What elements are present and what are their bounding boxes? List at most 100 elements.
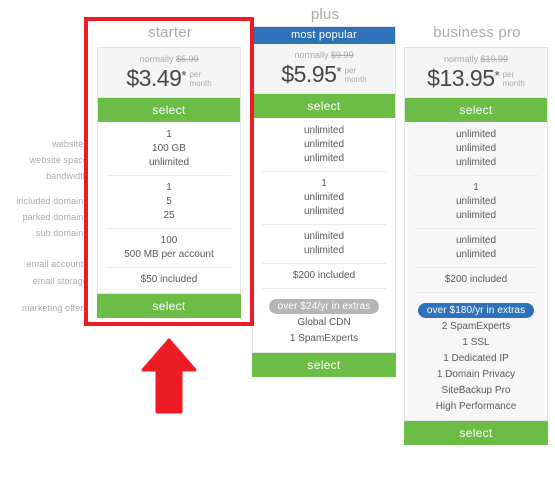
- feature-group-separator: [107, 175, 231, 176]
- price-amount: $3.49: [126, 65, 182, 91]
- price-period-month: month: [189, 78, 212, 88]
- price-amount: $5.95: [281, 61, 337, 87]
- feature-value: unlimited: [303, 245, 345, 256]
- feature-value: 1: [166, 129, 172, 140]
- feature-value: 1: [473, 182, 479, 193]
- plan-title-business-pro: business pro: [433, 24, 521, 41]
- feature-value: unlimited: [455, 196, 497, 207]
- feature-value: unlimited: [303, 206, 345, 217]
- most-popular-banner: most popular: [253, 27, 395, 44]
- extras-item: 1 Domain Privacy: [436, 369, 516, 380]
- feature-value: 25: [163, 210, 175, 221]
- pricing-table: websites website space bandwidth included d…: [0, 0, 555, 500]
- feature-value: unlimited: [455, 235, 497, 246]
- feature-group-separator: [107, 267, 231, 268]
- feature-value: unlimited: [455, 210, 497, 221]
- price-period-per: per: [502, 69, 515, 79]
- feature-group-separator: [262, 171, 386, 172]
- select-button-top-business-pro[interactable]: select: [405, 98, 547, 122]
- feature-label-website-space: website space: [29, 155, 88, 165]
- feature-group-separator: [107, 228, 231, 229]
- normally-label: normally: [443, 54, 478, 64]
- feature-value: unlimited: [455, 143, 497, 154]
- price-asterisk: *: [494, 68, 500, 83]
- extras-item: 1 SpamExperts: [289, 333, 359, 344]
- price-block-starter: normally $5.99 $3.49* per month: [98, 48, 240, 98]
- arrow-up-icon: [139, 336, 199, 421]
- feature-group-separator: [414, 292, 538, 293]
- extras-list-business-pro: 2 SpamExperts 1 SSL 1 Dedicated IP 1 Domain…: [405, 319, 547, 420]
- feature-value: unlimited: [303, 231, 345, 242]
- feature-label-email-storage: email storage: [32, 276, 88, 286]
- feature-group-separator: [414, 228, 538, 229]
- plan-card-plus: most popular normally $9.99 $5.95* per month…: [252, 26, 396, 353]
- plan-title-starter: starter: [148, 24, 192, 41]
- normally-label: normally: [139, 54, 174, 64]
- feature-list-starter: 1 100 GB unlimited 1 5 25 100 500 MB per accoun…: [98, 128, 240, 287]
- feature-group-separator: [414, 175, 538, 176]
- price-asterisk: *: [181, 68, 187, 83]
- feature-label-websites: websites: [52, 139, 88, 149]
- price-asterisk: *: [336, 64, 342, 79]
- normally-price-value: $19.99: [480, 54, 509, 64]
- price-period-month: month: [502, 78, 525, 88]
- price-period: per month: [189, 70, 211, 88]
- price-period: per month: [503, 70, 525, 88]
- feature-group-separator: [414, 267, 538, 268]
- feature-label-email-accounts: email accounts: [26, 259, 88, 269]
- price-block-plus: normally $9.99 $5.95* per month: [253, 44, 395, 94]
- feature-value: 1: [321, 178, 327, 189]
- feature-value: unlimited: [455, 249, 497, 260]
- feature-label-parked-domains: parked domains: [22, 212, 88, 222]
- feature-value: 100 GB: [152, 143, 186, 154]
- feature-value: $200 included: [292, 270, 356, 281]
- extras-pill-wrap: over $24/yr in extras: [253, 294, 395, 315]
- feature-label-included-domains: included domains: [16, 196, 88, 206]
- feature-value: unlimited: [303, 125, 345, 136]
- feature-value: 1: [166, 182, 172, 193]
- normally-price-business-pro: normally $19.99: [405, 54, 547, 65]
- price-amount: $13.95: [427, 65, 495, 91]
- extras-badge-business-pro: over $180/yr in extras: [417, 303, 535, 318]
- extras-item: 1 SSL: [462, 337, 490, 348]
- normally-price-value: $9.99: [331, 50, 354, 60]
- normally-price-starter: normally $5.99: [98, 54, 240, 65]
- feature-value: 5: [166, 196, 172, 207]
- extras-item: SiteBackup Pro: [441, 385, 511, 396]
- feature-value: unlimited: [148, 157, 190, 168]
- feature-label-bandwidth: bandwidth: [46, 171, 88, 181]
- feature-value: unlimited: [303, 192, 345, 203]
- feature-value: unlimited: [455, 157, 497, 168]
- feature-list-business-pro: unlimited unlimited unlimited 1 unlimited unl…: [405, 128, 547, 287]
- price-line-starter: $3.49* per month: [98, 67, 240, 90]
- price-period-per: per: [344, 65, 356, 75]
- card-bottom-padding: [98, 287, 240, 293]
- price-period: per month: [344, 66, 366, 84]
- select-button-top-plus[interactable]: select: [253, 94, 395, 118]
- extras-badge-plus: over $24/yr in extras: [268, 299, 380, 314]
- extras-item: 2 SpamExperts: [441, 321, 511, 332]
- extras-item: High Performance: [435, 401, 517, 412]
- feature-group-separator: [262, 263, 386, 264]
- normally-price-plus: normally $9.99: [253, 50, 395, 61]
- feature-value: $50 included: [140, 274, 198, 285]
- select-button-top-starter[interactable]: select: [98, 98, 240, 122]
- extras-pill-wrap: over $180/yr in extras: [405, 298, 547, 319]
- feature-value: unlimited: [303, 153, 345, 164]
- feature-list-plus: unlimited unlimited unlimited 1 unlimited unl…: [253, 124, 395, 283]
- plan-title-plus: plus: [310, 6, 340, 23]
- extras-item: Global CDN: [297, 317, 351, 328]
- price-block-business-pro: normally $19.99 $13.95* per month: [405, 48, 547, 98]
- select-button-bottom-plus[interactable]: select: [252, 353, 396, 377]
- feature-value: unlimited: [303, 139, 345, 150]
- normally-label: normally: [294, 50, 329, 60]
- select-button-bottom-starter[interactable]: select: [97, 294, 241, 318]
- plan-card-starter: normally $5.99 $3.49* per month select 1 100 G…: [97, 47, 241, 294]
- feature-value: unlimited: [455, 129, 497, 140]
- select-button-bottom-business-pro[interactable]: select: [404, 421, 548, 445]
- extras-item: 1 Dedicated IP: [443, 353, 509, 364]
- price-line-plus: $5.95* per month: [253, 63, 395, 86]
- feature-group-separator: [262, 224, 386, 225]
- normally-price-value: $5.99: [176, 54, 199, 64]
- feature-value: $200 included: [444, 274, 508, 285]
